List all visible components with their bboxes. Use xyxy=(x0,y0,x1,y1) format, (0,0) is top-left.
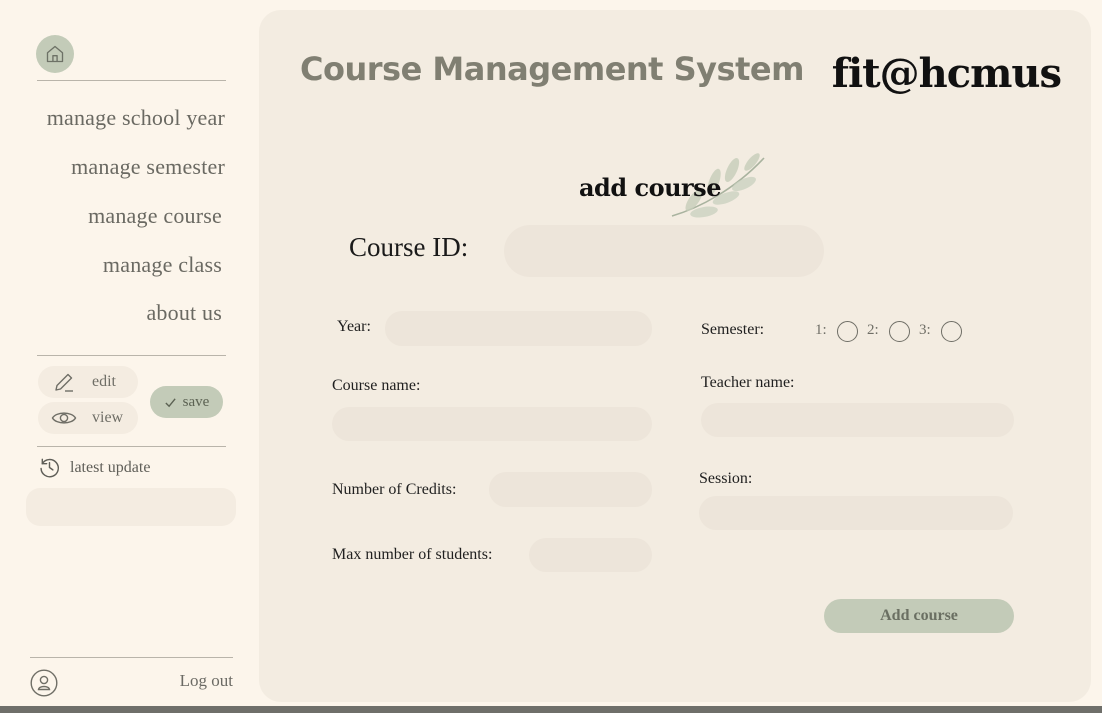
nav-manage-school-year[interactable]: manage school year xyxy=(47,105,225,131)
latest-update-label: latest update xyxy=(70,458,151,476)
divider xyxy=(37,355,226,356)
session-input[interactable] xyxy=(699,496,1013,530)
course-name-label: Course name: xyxy=(332,377,421,394)
teacher-name-label: Teacher name: xyxy=(701,374,795,391)
course-id-input[interactable] xyxy=(504,225,824,277)
teacher-name-input[interactable] xyxy=(701,403,1014,437)
max-students-input[interactable] xyxy=(529,538,652,572)
divider xyxy=(37,80,226,81)
divider xyxy=(30,657,233,658)
semester-option-3-label: 3: xyxy=(919,322,931,338)
sidebar: manage school year manage semester manag… xyxy=(0,0,250,706)
year-input[interactable] xyxy=(385,311,652,346)
session-label: Session: xyxy=(699,470,753,487)
credits-label: Number of Credits: xyxy=(332,481,457,498)
check-icon xyxy=(165,397,176,407)
course-name-input[interactable] xyxy=(332,407,652,441)
save-button[interactable]: save xyxy=(150,386,223,418)
nav-manage-class[interactable]: manage class xyxy=(103,252,222,278)
semester-radio-3[interactable] xyxy=(941,321,962,342)
form-title: add course xyxy=(579,173,721,202)
latest-update-box xyxy=(26,488,236,526)
add-course-button[interactable]: Add course xyxy=(824,599,1014,633)
latest-update[interactable]: latest update xyxy=(38,456,150,479)
semester-radio-2[interactable] xyxy=(889,321,910,342)
max-students-label: Max number of students: xyxy=(332,546,493,563)
semester-option-1-label: 1: xyxy=(815,322,827,338)
page-title: Course Management System xyxy=(300,50,804,88)
user-icon[interactable] xyxy=(30,669,58,697)
view-button[interactable]: view xyxy=(38,402,138,434)
home-button[interactable] xyxy=(36,35,74,73)
nav-about-us[interactable]: about us xyxy=(146,300,222,326)
brand-logo: fit@hcmus xyxy=(831,50,1062,97)
bottom-bar xyxy=(0,706,1102,713)
nav-manage-course[interactable]: manage course xyxy=(88,203,222,229)
credits-input[interactable] xyxy=(489,472,652,507)
semester-option-2-label: 2: xyxy=(867,322,879,338)
logout-button[interactable]: Log out xyxy=(180,671,233,691)
eye-icon xyxy=(50,408,78,428)
save-label: save xyxy=(182,393,210,410)
semester-radio-1[interactable] xyxy=(837,321,858,342)
year-label: Year: xyxy=(337,318,371,335)
main-panel: Course Management System fit@hcmus add c… xyxy=(259,10,1091,702)
divider xyxy=(37,446,226,447)
home-icon xyxy=(46,45,64,63)
edit-button[interactable]: edit xyxy=(38,366,138,398)
pencil-icon xyxy=(50,370,78,394)
view-label: view xyxy=(92,409,124,426)
edit-label: edit xyxy=(92,373,116,390)
semester-label: Semester: xyxy=(701,321,765,338)
course-id-label: Course ID: xyxy=(349,232,469,262)
history-icon xyxy=(40,458,59,478)
nav-manage-semester[interactable]: manage semester xyxy=(71,154,225,180)
